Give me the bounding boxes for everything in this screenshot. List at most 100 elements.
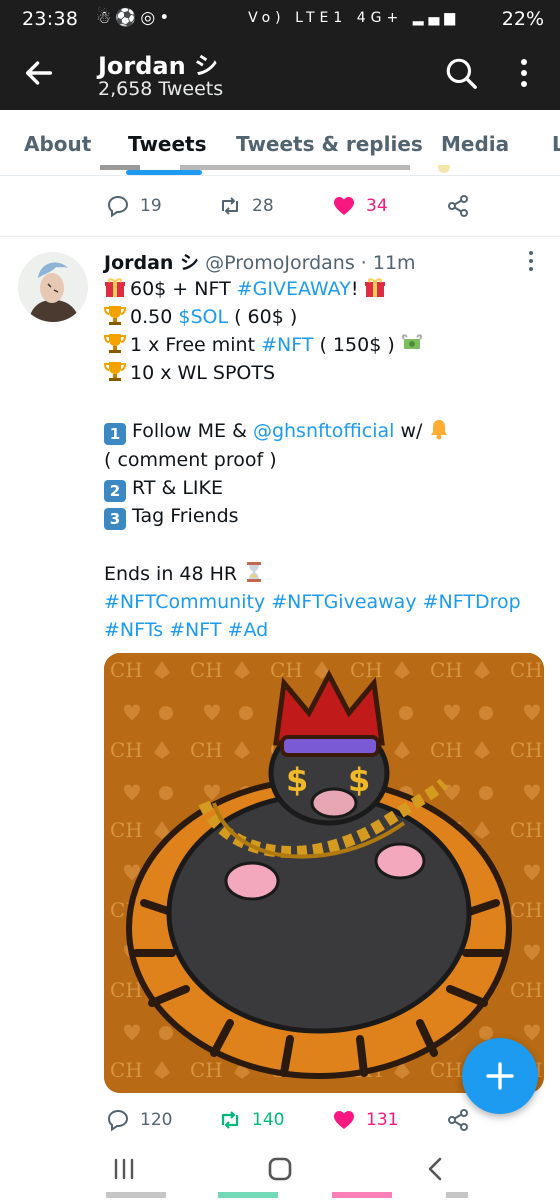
top-bar: 23:38 ☃⚽◎• Vo) LTE1 4G+ ▂▄▆ 22% Jordan シ… [0,0,560,110]
profile-name: Jordan シ [98,52,219,80]
tweet-text: 1 x Free mint [130,334,262,356]
tweet-time[interactable]: · 11m [361,252,416,274]
tweet-more-icon[interactable] [526,250,536,272]
like-count: 34 [366,196,388,216]
like-button[interactable]: 34 [332,192,388,220]
home-icon[interactable] [265,1154,295,1184]
tab-about[interactable]: About [24,132,91,156]
volte-label: Vo) LTE1 [248,10,348,26]
signal-icon: ▂▄▆ [412,10,460,26]
gift-icon [365,278,386,297]
reply-icon [107,1109,129,1132]
reply-button[interactable]: 19 [106,192,162,220]
tab-tweets[interactable]: Tweets [128,132,207,156]
hashtag-link[interactable]: #NFT [169,619,221,641]
hashtag-link[interactable]: #GIVEAWAY [237,278,351,300]
hashtag-link[interactable]: #NFTCommunity [104,591,265,613]
previous-tweet-actions: 19 28 34 [0,186,560,226]
network-label: 4G+ [356,10,404,26]
system-icons: Vo) LTE1 4G+ ▂▄▆ [248,10,460,26]
cashtag-link[interactable]: $SOL [178,306,228,328]
back-arrow-icon[interactable] [22,56,56,90]
retweet-button[interactable]: 140 [218,1106,284,1134]
like-button[interactable]: 131 [332,1106,398,1134]
tweet-line: 0.50 $SOL ( 60$ ) [104,303,297,331]
reply-icon [107,195,129,218]
bell-icon [431,420,448,440]
tweet-line: 60$ + NFT #GIVEAWAY! [104,275,390,303]
share-button[interactable] [446,1106,480,1134]
share-icon [448,1109,468,1131]
tweet-image[interactable]: CH $ $ [104,653,544,1093]
tweet-line: 2 RT & LIKE [104,474,223,502]
author-name[interactable]: Jordan シ [104,252,199,274]
tweet-text: ( 60$ ) [228,306,298,328]
tweet-text: 0.50 [130,306,179,328]
mention-link[interactable]: @ghsnftofficial [253,420,395,442]
retweet-count: 140 [252,1110,285,1130]
share-icon [448,195,468,217]
tweet-line: #NFTCommunity #NFTGiveaway #NFTDrop [104,588,521,616]
reply-button[interactable]: 120 [106,1106,172,1134]
previous-tweet-text-fragment [100,165,450,173]
hashtag-link[interactable]: #NFTGiveaway [271,591,416,613]
tweet-text: w/ [394,420,423,442]
avatar[interactable] [18,252,88,322]
reply-count: 19 [140,196,162,216]
hashtag-link[interactable]: #Ad [228,619,269,641]
tweet-text: RT & LIKE [132,477,223,499]
tweet-divider [0,236,560,237]
tab-media[interactable]: Media [441,132,509,156]
hashtag-link[interactable]: #NFT [261,334,313,356]
keycap-two-icon: 2 [104,480,126,502]
hourglass-icon [247,562,262,582]
more-vertical-icon[interactable] [514,56,534,90]
share-button[interactable] [446,192,480,220]
tab-likes[interactable]: L [552,132,560,156]
heart-icon [334,197,354,215]
scrolled-actions-ghost [106,1192,468,1198]
tweet-text: Ends in 48 HR [104,563,238,585]
compose-icon [486,1062,514,1090]
tweet-text: Tag Friends [132,505,239,527]
money-wings-icon [401,334,422,349]
tweet-text: 10 x WL SPOTS [130,362,276,384]
retweet-icon [222,197,238,215]
heart-icon [334,1111,354,1129]
back-icon[interactable] [421,1154,451,1184]
tweet-header: Jordan シ @PromoJordans · 11m [104,248,416,275]
notification-icons: ☃⚽◎• [96,8,174,28]
trophy-icon [104,362,126,381]
trophy-icon [104,306,126,325]
like-count: 131 [366,1110,399,1130]
gift-icon [105,278,125,297]
tweet-text: Follow ME & [132,420,253,442]
search-icon[interactable] [444,56,478,90]
tweet-count: 2,658 Tweets [98,78,224,100]
tab-tweets-replies[interactable]: Tweets & replies [236,132,423,156]
retweet-button[interactable]: 28 [218,192,274,220]
battery-percent: 22% [501,8,544,30]
compose-button[interactable] [462,1038,538,1114]
tweet-line: 1 Follow ME & @ghsnftofficial w/ [104,417,454,445]
status-bar: 23:38 ☃⚽◎• Vo) LTE1 4G+ ▂▄▆ 22% [0,0,560,40]
author-handle[interactable]: @PromoJordans [205,252,355,274]
tweet-line: Ends in 48 HR [104,560,269,588]
hashtag-link[interactable]: #NFTs [104,619,163,641]
retweet-count: 28 [252,196,274,216]
tweet-text: ! [350,278,359,300]
keycap-three-icon: 3 [104,508,126,530]
recent-apps-icon[interactable] [109,1154,139,1184]
tweet-line: ( comment proof ) [104,446,277,474]
reply-count: 120 [140,1110,173,1130]
tweet-text: 60$ + NFT [130,278,237,300]
avatar-illustration [18,252,88,322]
status-time: 23:38 [22,8,79,30]
nft-tiger-illustration: CH $ $ [104,653,544,1093]
dollar-eye-left: $ [286,761,308,799]
keycap-one-icon: 1 [104,423,126,445]
tweet-text: ( 150$ ) [313,334,395,356]
tweet-line: 1 x Free mint #NFT ( 150$ ) [104,331,427,359]
hashtag-link[interactable]: #NFTDrop [423,591,521,613]
tweet-line: 10 x WL SPOTS [104,359,275,387]
